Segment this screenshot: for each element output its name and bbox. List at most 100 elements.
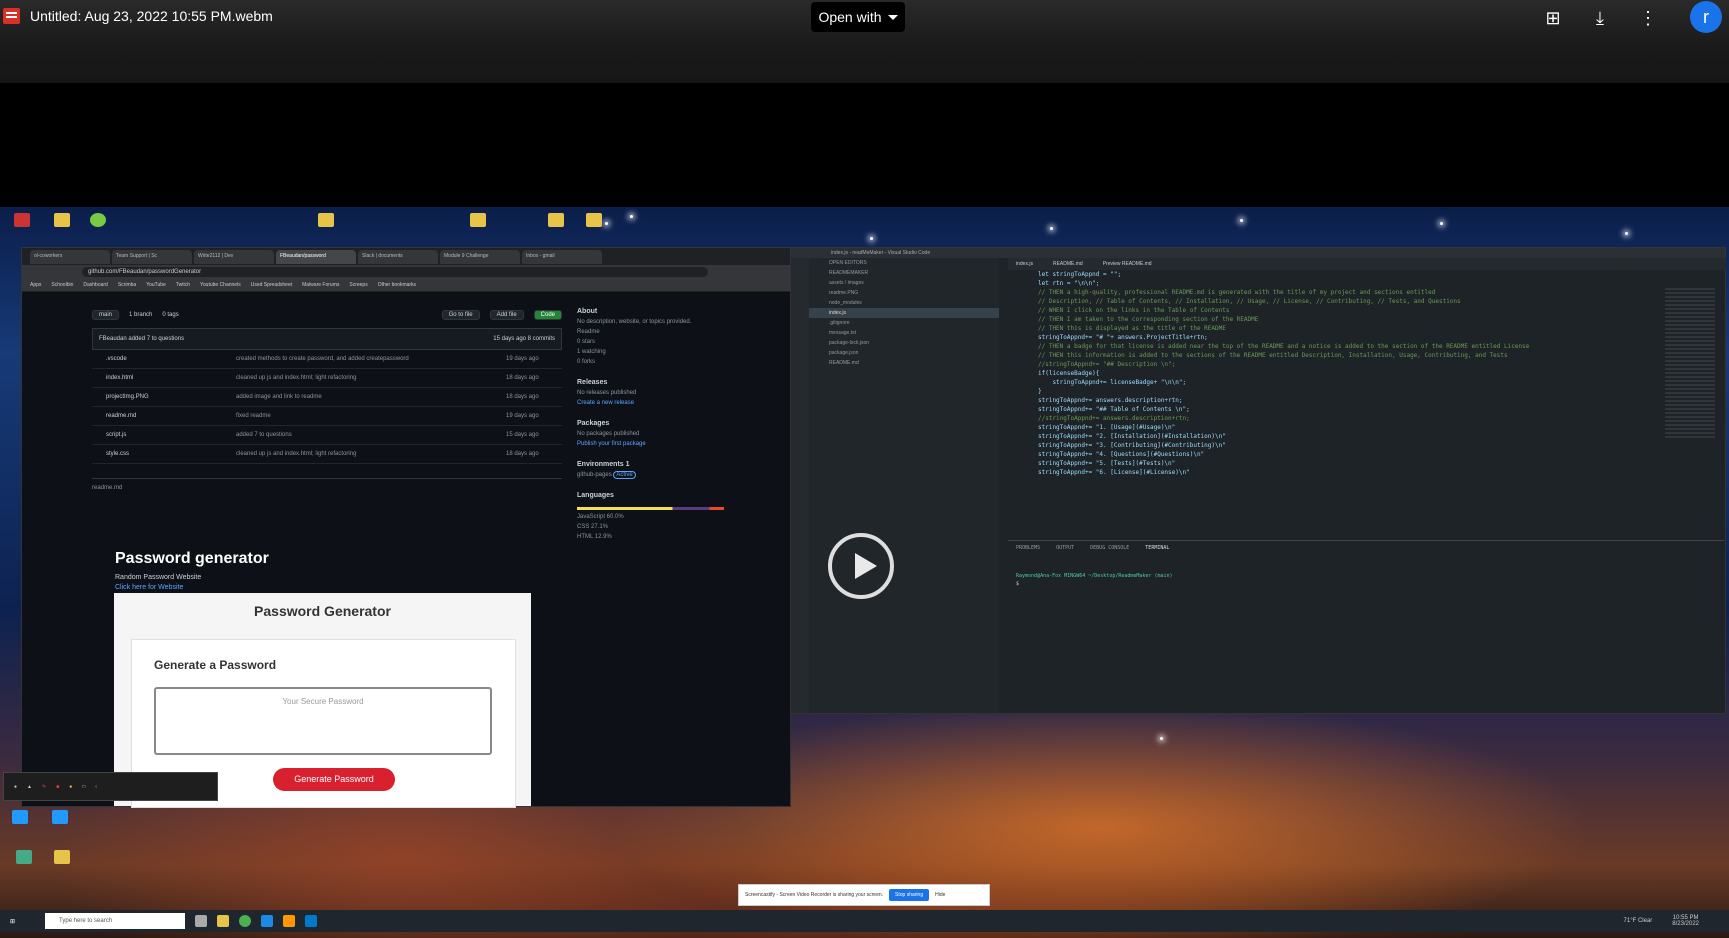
file-name[interactable]: script.js <box>92 432 236 438</box>
more-options-icon[interactable]: ⋮ <box>1636 6 1660 30</box>
explorer-item[interactable]: assets \ images <box>809 278 999 288</box>
about-item[interactable]: Readme <box>577 329 777 335</box>
folder-icon[interactable] <box>470 213 486 227</box>
terminal-panel[interactable]: PROBLEMS OUTPUT DEBUG CONSOLE TERMINAL R… <box>1008 540 1724 701</box>
about-item[interactable]: 1 watching <box>577 349 777 355</box>
explorer-item[interactable]: readme.PNG <box>809 288 999 298</box>
browser-tab[interactable]: Slack | documents <box>358 250 438 264</box>
folder-icon[interactable] <box>54 850 70 864</box>
video-frame[interactable]: ol-coworkers Team Support | Sc Write2112… <box>0 207 1729 938</box>
file-commit-message[interactable]: cleaned up js and index.html; light refa… <box>236 451 506 457</box>
eraser-icon[interactable]: □ <box>82 784 85 790</box>
download-icon[interactable]: ⤓ <box>1588 6 1612 30</box>
play-button-icon[interactable] <box>828 533 894 599</box>
editor-tab[interactable]: README.md <box>1053 258 1083 270</box>
editor-tab[interactable]: Preview README.md <box>1103 258 1152 270</box>
panel-tab[interactable]: PROBLEMS <box>1016 545 1040 551</box>
pen-icon[interactable]: ✎ <box>42 784 46 790</box>
go-to-file-button[interactable]: Go to file <box>441 310 480 320</box>
panel-tab[interactable]: OUTPUT <box>1056 545 1074 551</box>
task-view-icon[interactable] <box>195 915 208 927</box>
panel-tab[interactable]: DEBUG CONSOLE <box>1090 545 1129 551</box>
bookmark[interactable]: Scrimba <box>118 282 136 288</box>
explorer-item[interactable]: node_modules <box>809 298 999 308</box>
chrome-icon[interactable] <box>239 915 252 927</box>
branches-link[interactable]: 1 branch <box>129 312 152 318</box>
generate-password-button[interactable]: Generate Password <box>273 768 395 791</box>
add-comment-icon[interactable]: ⊞ <box>1541 6 1565 30</box>
taskbar-search-input[interactable]: Type here to search <box>45 913 186 929</box>
explorer-item[interactable]: package.json <box>809 348 999 358</box>
code-editor[interactable]: let stringToAppnd = ""; let rtn = "\n\n";… <box>1008 270 1718 540</box>
file-name[interactable]: index.html <box>92 375 236 381</box>
table-row[interactable]: readme.md fixed readme 19 days ago <box>92 407 562 426</box>
branch-select[interactable]: main <box>92 310 120 320</box>
folder-icon[interactable] <box>586 213 602 227</box>
panel-tab[interactable]: TERMINAL <box>1145 545 1169 551</box>
bookmark[interactable]: Apps <box>30 282 41 288</box>
file-name[interactable]: projectImg.PNG <box>92 394 236 400</box>
bookmark[interactable]: Screeps <box>349 282 367 288</box>
table-row[interactable]: projectImg.PNG added image and link to re… <box>92 388 562 407</box>
app-icon[interactable] <box>90 213 106 227</box>
open-with-button[interactable]: Open with <box>811 2 905 32</box>
hide-button[interactable]: Hide <box>935 892 945 898</box>
explorer-item[interactable]: OPEN EDITORS <box>809 258 999 268</box>
bookmark[interactable]: Other bookmarks <box>378 282 416 288</box>
code-button[interactable]: Code <box>533 310 562 320</box>
about-item[interactable]: 0 forks <box>577 359 777 365</box>
editor-tab[interactable]: index.js <box>1016 258 1033 270</box>
file-explorer-icon[interactable] <box>217 915 230 927</box>
environment-item[interactable]: github-pages Active <box>577 471 777 479</box>
folder-icon[interactable] <box>54 213 70 227</box>
bookmark[interactable]: YouTube <box>146 282 166 288</box>
add-file-button[interactable]: Add file <box>489 310 524 320</box>
file-commit-message[interactable]: added image and link to readme <box>236 394 506 400</box>
browser-tab-active[interactable]: FBeaudan/password <box>276 250 356 264</box>
steam-icon[interactable] <box>261 915 274 927</box>
mouse-icon[interactable]: ▲ <box>27 784 32 790</box>
browser-tab[interactable]: Write2112 | Dev <box>194 250 274 264</box>
password-textarea[interactable]: Your Secure Password <box>154 687 492 755</box>
file-name[interactable]: style.css <box>92 451 236 457</box>
table-row[interactable]: .vscode created methods to create passwor… <box>92 350 562 369</box>
browser-tab[interactable]: Inbox - gmail <box>522 250 602 264</box>
vscode-window[interactable]: index.js - readMeMaker - Visual Studio C… <box>790 247 1726 714</box>
file-commit-message[interactable]: created methods to create password, and … <box>236 356 506 362</box>
website-link[interactable]: Click here for Website <box>115 584 183 591</box>
bookmark[interactable]: Dashboard <box>83 282 107 288</box>
folder-icon[interactable] <box>318 213 334 227</box>
explorer-item[interactable]: READMEMAKER <box>809 268 999 278</box>
tags-link[interactable]: 0 tags <box>162 312 178 318</box>
create-release-link[interactable]: Create a new release <box>577 400 777 406</box>
table-row[interactable]: style.css cleaned up js and index.html; l… <box>92 445 562 464</box>
stickers-icon[interactable]: ● <box>69 784 72 790</box>
explorer-item[interactable]: package-lock.json <box>809 338 999 348</box>
desktop-icon[interactable] <box>14 213 30 227</box>
table-row[interactable]: index.html cleaned up js and index.html; … <box>92 369 562 388</box>
folder-icon[interactable] <box>548 213 564 227</box>
bookmark[interactable]: Used Spreadsheet <box>251 282 292 288</box>
explorer-item[interactable]: message.txt <box>809 328 999 338</box>
browser-tab[interactable]: Module 9 Challenge <box>440 250 520 264</box>
explorer-item[interactable]: .gitignore <box>809 318 999 328</box>
bookmark[interactable]: Youtube Channels <box>200 282 241 288</box>
browser-window[interactable]: ol-coworkers Team Support | Sc Write2112… <box>21 247 791 808</box>
explorer-item[interactable]: index.js <box>809 308 999 318</box>
explorer-item[interactable]: README.md <box>809 358 999 368</box>
browser-tab[interactable]: ol-coworkers <box>30 250 110 264</box>
file-name[interactable]: readme.md <box>92 413 236 419</box>
collapse-icon[interactable]: ‹ <box>95 784 97 790</box>
minimap[interactable] <box>1665 288 1715 438</box>
bookmark[interactable]: Schoolbin <box>51 282 73 288</box>
file-commit-message[interactable]: added 7 to questions <box>236 432 506 438</box>
commit-message[interactable]: FBeaudan added 7 to questions <box>99 336 184 342</box>
table-row[interactable]: script.js added 7 to questions 15 days ago <box>92 426 562 445</box>
rectangle-icon[interactable]: ■ <box>56 784 59 790</box>
desktop-icon[interactable] <box>16 850 32 864</box>
bookmark[interactable]: Malware Forums <box>302 282 339 288</box>
browser-tab[interactable]: Team Support | Sc <box>112 250 192 264</box>
commit-meta[interactable]: 15 days ago 8 commits <box>493 336 561 342</box>
file-commit-message[interactable]: fixed readme <box>236 413 506 419</box>
file-name[interactable]: .vscode <box>92 356 236 362</box>
